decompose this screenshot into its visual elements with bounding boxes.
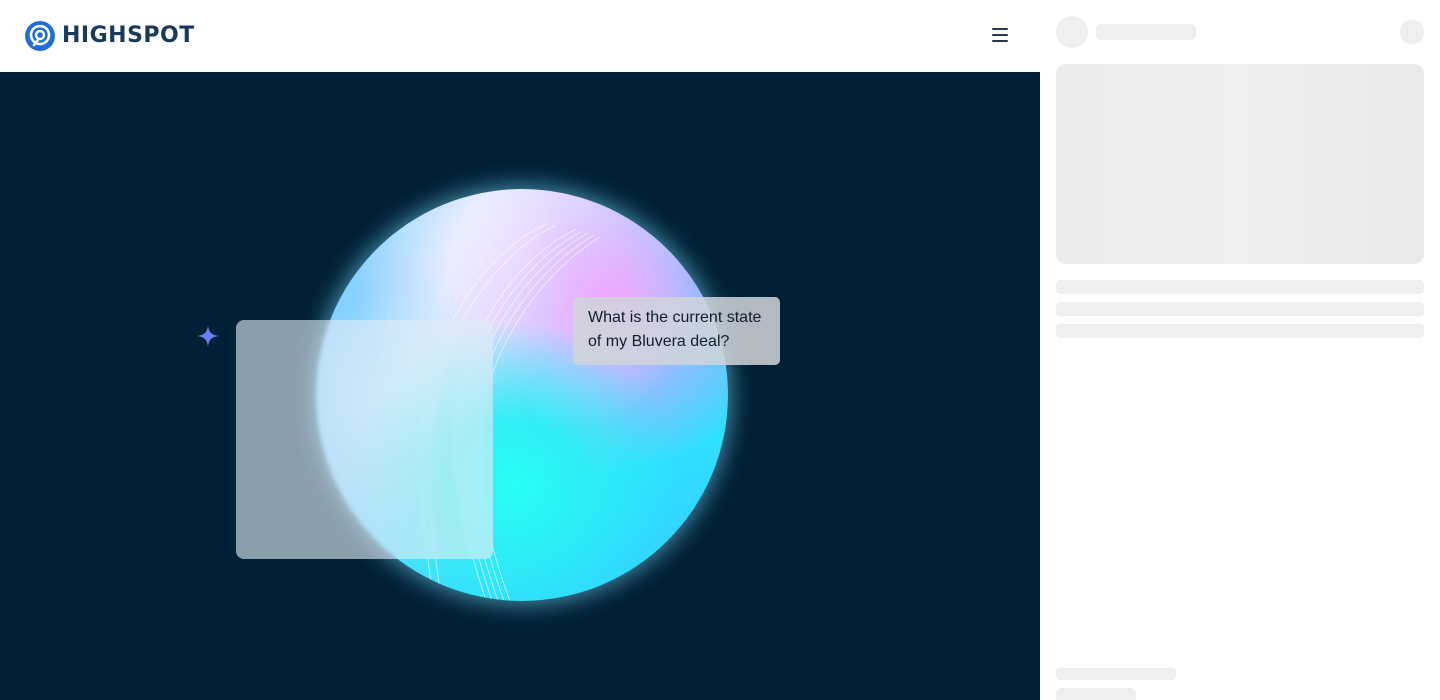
loading-panel: [1040, 0, 1440, 700]
sparkle-icon: [197, 325, 219, 347]
highspot-logo-icon: [25, 21, 55, 51]
skeleton-text-line: [1056, 324, 1424, 338]
skeleton-footer-button: [1056, 688, 1136, 700]
skeleton-text-line: [1056, 280, 1424, 294]
skeleton-footer-label: [1056, 668, 1176, 680]
chat-prompt-line: What is the current state: [588, 309, 762, 326]
skeleton-media-block: [1056, 64, 1424, 264]
chat-prompt-bubble: What is the current state of my Bluvera …: [573, 297, 780, 365]
menu-bar: [992, 34, 1008, 36]
menu-bar: [992, 28, 1008, 30]
hamburger-menu-icon[interactable]: [986, 21, 1014, 49]
top-header: HIGHSPOT: [0, 0, 1040, 72]
hero-section: What is the current state of my Bluvera …: [0, 72, 1040, 700]
skeleton-avatar: [1056, 16, 1088, 48]
highspot-logo[interactable]: HIGHSPOT: [24, 20, 195, 52]
menu-bar: [992, 40, 1008, 42]
logo-wordmark: HIGHSPOT: [62, 23, 195, 48]
skeleton-action: [1400, 20, 1424, 44]
chat-prompt-line: of my Bluvera deal?: [588, 333, 730, 350]
skeleton-title: [1096, 24, 1196, 40]
skeleton-text-line: [1056, 302, 1424, 316]
glass-card: [236, 320, 493, 559]
